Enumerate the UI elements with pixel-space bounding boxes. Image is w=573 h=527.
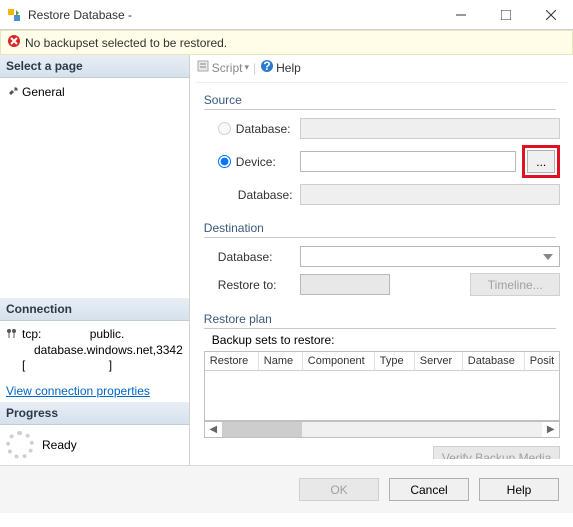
dialog-footer: OK Cancel Help	[0, 465, 573, 513]
scroll-track[interactable]	[302, 422, 542, 437]
restore-plan-legend: Restore plan	[204, 312, 560, 331]
progress-status: Ready	[42, 438, 77, 452]
destination-group: Destination Database: Restore to: Timeli…	[204, 221, 560, 302]
source-device-input[interactable]	[300, 151, 516, 172]
source-database-radio-label: Database:	[236, 122, 291, 136]
titlebar: Restore Database -	[0, 0, 573, 30]
page-item-general[interactable]: General	[0, 82, 189, 101]
source-device-radio-input[interactable]	[218, 155, 231, 168]
close-button[interactable]	[528, 0, 573, 30]
app-icon	[6, 7, 22, 23]
destination-legend: Destination	[204, 221, 560, 240]
view-connection-properties-link[interactable]: View connection properties	[0, 380, 189, 402]
warning-bar: No backupset selected to be restored.	[0, 30, 573, 55]
connection-protocol: tcp:	[22, 327, 41, 341]
connection-icon	[6, 327, 18, 342]
browse-device-button[interactable]: ...	[527, 150, 555, 173]
progress-spinner-icon	[6, 431, 34, 459]
source-db-select	[300, 184, 560, 205]
backup-sets-grid[interactable]: Restore Name Component Type Server Datab…	[204, 351, 560, 421]
help-icon: ?	[260, 59, 274, 76]
source-device-radio-label: Device:	[236, 155, 276, 169]
page-item-label: General	[22, 85, 65, 99]
connection-address: database.windows.net,3342	[22, 343, 183, 357]
ellipsis-icon: ...	[536, 155, 546, 169]
grid-col-component[interactable]: Component	[303, 352, 375, 371]
grid-col-position[interactable]: Posit	[525, 352, 559, 371]
source-database-select	[300, 118, 560, 139]
svg-text:?: ?	[263, 59, 270, 73]
verify-backup-media-button: Verify Backup Media	[433, 446, 560, 459]
script-button[interactable]: Script ▾	[196, 59, 249, 76]
dest-database-select[interactable]	[300, 246, 560, 267]
source-device-radio[interactable]: Device:	[204, 155, 294, 169]
window-title: Restore Database -	[28, 8, 438, 22]
timeline-button: Timeline...	[470, 273, 560, 296]
progress-header: Progress	[0, 402, 189, 425]
warning-text: No backupset selected to be restored.	[25, 36, 227, 50]
browse-device-highlight: ...	[522, 145, 560, 178]
grid-col-name[interactable]: Name	[259, 352, 303, 371]
grid-hscroll[interactable]: ◀ ▶	[204, 421, 560, 438]
script-label: Script	[212, 61, 243, 75]
source-db-label: Database:	[204, 188, 294, 202]
ok-button: OK	[299, 478, 379, 501]
source-database-radio-input	[218, 122, 231, 135]
grid-col-server[interactable]: Server	[415, 352, 463, 371]
connection-info: tcp: public. database.windows.net,3342 […	[0, 321, 189, 380]
script-icon	[196, 59, 210, 76]
connection-host: public.	[90, 327, 125, 341]
connection-user-open: [	[22, 358, 25, 372]
chevron-down-icon: ▾	[244, 62, 249, 73]
restore-to-label: Restore to:	[204, 278, 294, 292]
dest-database-label: Database:	[204, 250, 294, 264]
restore-plan-group: Restore plan Backup sets to restore: Res…	[204, 312, 560, 459]
grid-col-type[interactable]: Type	[375, 352, 415, 371]
sidebar: Select a page General Connection tcp: pu…	[0, 55, 190, 465]
connection-user-close: ]	[29, 358, 112, 372]
minimize-button[interactable]	[438, 0, 483, 30]
toolbar: Script ▾ | ? Help	[196, 57, 568, 83]
maximize-button[interactable]	[483, 0, 528, 30]
source-database-radio: Database:	[204, 122, 294, 136]
source-legend: Source	[204, 93, 560, 112]
select-page-header: Select a page	[0, 55, 189, 78]
error-icon	[7, 34, 21, 51]
cancel-button[interactable]: Cancel	[389, 478, 469, 501]
connection-header: Connection	[0, 298, 189, 321]
help-button-footer[interactable]: Help	[479, 478, 559, 501]
help-label: Help	[276, 61, 301, 75]
scroll-thumb[interactable]	[222, 422, 302, 437]
source-group: Source Database: Device: ...	[204, 93, 560, 211]
wrench-icon	[6, 84, 18, 99]
scroll-left-icon[interactable]: ◀	[205, 424, 222, 435]
grid-col-database[interactable]: Database	[463, 352, 525, 371]
help-button[interactable]: ? Help	[260, 59, 301, 76]
scroll-right-icon[interactable]: ▶	[542, 424, 559, 435]
restore-to-input	[300, 274, 390, 295]
grid-col-restore[interactable]: Restore	[205, 352, 259, 371]
backup-sets-label: Backup sets to restore:	[204, 331, 560, 351]
